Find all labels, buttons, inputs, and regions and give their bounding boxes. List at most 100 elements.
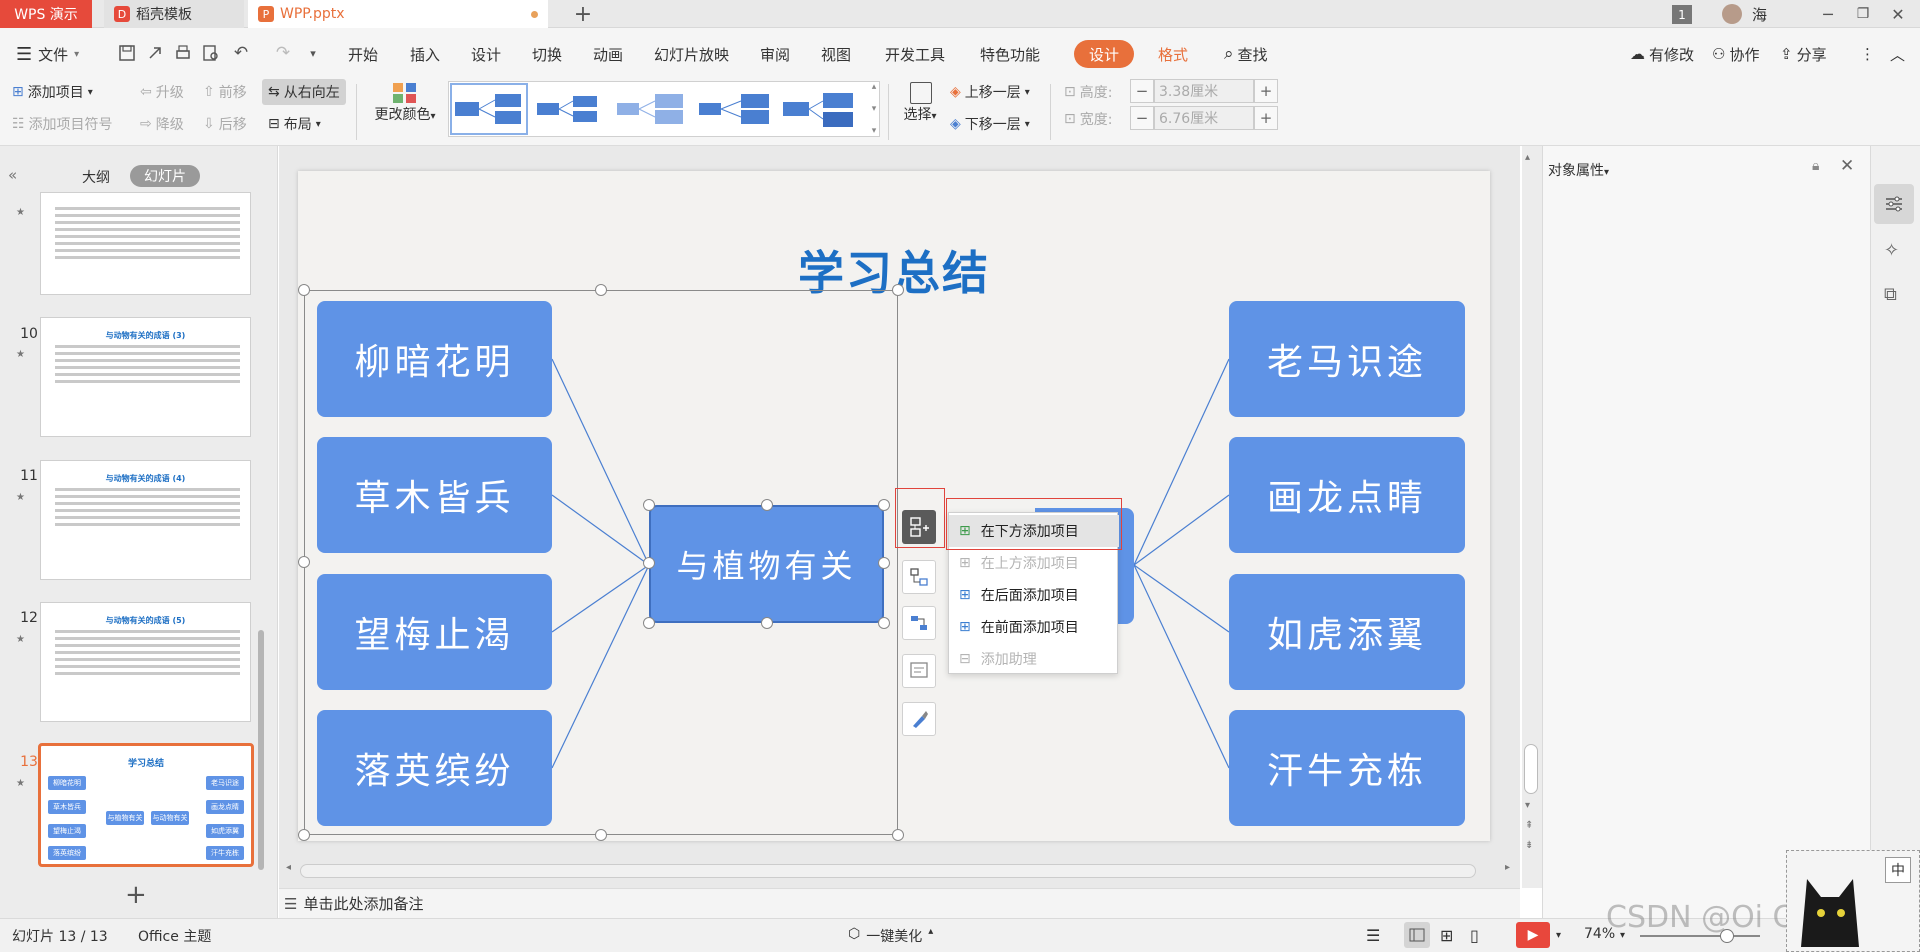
node-handle[interactable] (643, 557, 655, 569)
notes-input[interactable]: ☰ 单击此处添加备注 (284, 893, 423, 914)
thumbnail-scrollbar[interactable] (258, 630, 264, 870)
right-to-left-toggle[interactable]: ⇆ 从右向左 (262, 79, 346, 105)
scroll-up-icon[interactable]: ▴ (1525, 152, 1530, 163)
add-shape-float-button[interactable] (902, 510, 936, 544)
reading-view-icon[interactable]: ▯ (1470, 926, 1479, 945)
collapse-panel-icon[interactable]: « (8, 166, 17, 184)
collaborate-button[interactable]: ⚇ 协作 (1712, 42, 1759, 66)
lock-icon[interactable]: 🔒︎ (1812, 158, 1819, 174)
smartart-node-right-3[interactable]: 如虎添翼 (1229, 574, 1465, 690)
node-handle[interactable] (878, 499, 890, 511)
next-slide-icon[interactable]: ⇟ (1525, 840, 1533, 851)
modified-status[interactable]: ☁ 有修改 (1630, 42, 1694, 66)
height-field[interactable]: 3.38厘米 (1154, 79, 1254, 103)
menu-design[interactable]: 设计 (471, 42, 501, 66)
horizontal-scrollbar[interactable] (300, 864, 1476, 878)
menu-view[interactable]: 视图 (821, 42, 851, 66)
minimize-icon[interactable]: ─ (1816, 0, 1840, 28)
node-handle[interactable] (761, 499, 773, 511)
window-count-badge[interactable]: 1 (1672, 5, 1692, 24)
height-increment[interactable]: + (1254, 79, 1278, 103)
ime-widget[interactable]: 中 (1786, 850, 1920, 952)
send-backward-button[interactable]: ◈ 下移一层 ▾ (950, 113, 1030, 135)
height-decrement[interactable]: − (1130, 79, 1154, 103)
slideshow-options-icon[interactable]: ▾ (1556, 930, 1561, 941)
undo-icon[interactable]: ↶ (230, 42, 252, 64)
change-color-button[interactable]: 更改颜色▾ (370, 83, 440, 124)
reorder-float-button[interactable] (902, 606, 936, 640)
collapse-ribbon-icon[interactable]: ︿ (1890, 42, 1905, 66)
slide-thumbnail-10[interactable]: 与动物有关的成语 (3) (40, 317, 251, 437)
width-field[interactable]: 6.76厘米 (1154, 106, 1254, 130)
theme-name[interactable]: Office 主题 (138, 926, 211, 946)
menu-item-add-after[interactable]: ⊞ 在后面添加项目 (949, 579, 1119, 611)
resize-handle[interactable] (298, 556, 310, 568)
smartart-node-right-4[interactable]: 汗牛充栋 (1229, 710, 1465, 826)
resize-handle[interactable] (298, 284, 310, 296)
slide-thumbnail-12[interactable]: 与动物有关的成语 (5) (40, 602, 251, 722)
menu-review[interactable]: 审阅 (760, 42, 790, 66)
slide-sorter-icon[interactable]: ⊞ (1440, 926, 1453, 945)
zoom-slider[interactable] (1640, 935, 1760, 937)
promote-button[interactable]: ⇦ 升级 (140, 81, 184, 103)
slide-thumbnail-9[interactable] (40, 192, 251, 295)
text-pane-float-button[interactable] (902, 654, 936, 688)
object-properties-title[interactable]: 对象属性▾ (1548, 160, 1609, 180)
search-command[interactable]: ⌕ 查找 (1224, 42, 1268, 66)
slide-13[interactable]: 学习总结 柳暗花明 草木皆兵 望梅止渴 落英缤纷 老马识途 画龙点睛 如虎添翼 … (298, 171, 1490, 841)
tab-slides[interactable]: 幻灯片 (130, 165, 200, 187)
file-menu[interactable]: ☰ 文件 ▾ (16, 42, 79, 66)
slide-thumbnail-11[interactable]: 与动物有关的成语 (4) (40, 460, 251, 580)
resize-handle[interactable] (298, 829, 310, 841)
quick-access-more-icon[interactable]: ▾ (302, 42, 324, 64)
resize-handle[interactable] (595, 829, 607, 841)
add-slide-button[interactable]: + (125, 880, 147, 910)
scroll-down-icon[interactable]: ▾ (1525, 800, 1530, 811)
gallery-thumbnails[interactable] (449, 82, 879, 136)
ime-mode-indicator[interactable]: 中 (1885, 857, 1911, 883)
export-icon[interactable] (144, 42, 166, 64)
restore-icon[interactable]: ❐ (1851, 0, 1875, 28)
move-forward-button[interactable]: ⇧ 前移 (203, 81, 247, 103)
add-bullet-button[interactable]: ☷ 添加项目符号 (12, 113, 113, 135)
menu-home[interactable]: 开始 (348, 42, 378, 66)
node-handle[interactable] (643, 499, 655, 511)
beautify-button[interactable]: ⬡ 一键美化 ▴ (848, 926, 933, 946)
vertical-scrollbar-thumb[interactable] (1524, 744, 1538, 794)
tab-format[interactable]: 格式 (1158, 42, 1188, 66)
menu-item-add-before[interactable]: ⊞ 在前面添加项目 (949, 611, 1119, 643)
share-button[interactable]: ⇪ 分享 (1780, 42, 1827, 66)
new-tab-button[interactable]: + (568, 0, 598, 28)
notes-toggle-icon[interactable]: ☰ (1366, 926, 1380, 945)
tab-outline[interactable]: 大纲 (82, 167, 110, 187)
width-increment[interactable]: + (1254, 106, 1278, 130)
menu-item-add-above[interactable]: ⊞ 在上方添加项目 (949, 547, 1119, 579)
smartart-node-right-2[interactable]: 画龙点睛 (1229, 437, 1465, 553)
print-preview-icon[interactable] (200, 42, 222, 64)
close-icon[interactable]: ✕ (1886, 0, 1910, 28)
more-options-icon[interactable]: ⋮ (1860, 42, 1875, 66)
prev-slide-icon[interactable]: ⇞ (1525, 820, 1533, 831)
redo-icon[interactable]: ↷ (272, 42, 294, 64)
resize-handle[interactable] (892, 284, 904, 296)
demote-button[interactable]: ⇨ 降级 (140, 113, 184, 135)
menu-developer[interactable]: 开发工具 (885, 42, 945, 66)
properties-sidebar-button[interactable] (1874, 184, 1914, 224)
node-handle[interactable] (761, 617, 773, 629)
node-handle[interactable] (643, 617, 655, 629)
move-back-button[interactable]: ⇩ 后移 (203, 113, 247, 135)
menu-slideshow[interactable]: 幻灯片放映 (654, 42, 729, 66)
menu-insert[interactable]: 插入 (410, 42, 440, 66)
add-item-button[interactable]: ⊞ 添加项目 ▾ (12, 81, 93, 103)
normal-view-button[interactable] (1404, 922, 1430, 948)
gallery-scroll[interactable]: ▴ ▾ ▾ (868, 82, 880, 136)
menu-item-add-assistant[interactable]: ⊟ 添加助理 (949, 643, 1119, 675)
resize-handle[interactable] (595, 284, 607, 296)
select-button[interactable]: 选择▾ (898, 82, 942, 124)
menu-animation[interactable]: 动画 (593, 42, 623, 66)
menu-transition[interactable]: 切换 (532, 42, 562, 66)
tab-smartart-design[interactable]: 设计 (1074, 40, 1134, 68)
print-icon[interactable] (172, 42, 194, 64)
avatar[interactable] (1722, 4, 1742, 24)
format-painter-float-button[interactable] (902, 702, 936, 736)
